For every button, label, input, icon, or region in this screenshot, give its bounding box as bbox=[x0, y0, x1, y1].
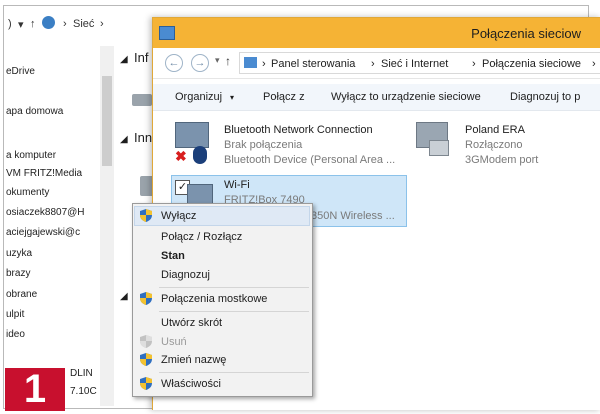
bluetooth-icon bbox=[193, 146, 207, 164]
title-bar[interactable]: Połączenia sieciow bbox=[153, 18, 600, 48]
disable-device-button[interactable]: Wyłącz to urządzenie sieciowe bbox=[331, 91, 481, 103]
address-dropdown-icon[interactable]: ▾ bbox=[18, 18, 24, 31]
disconnected-x-icon: ✖ bbox=[175, 148, 187, 164]
up-arrow-icon[interactable]: ↑ bbox=[225, 54, 231, 68]
connection-name: Wi-Fi bbox=[224, 179, 250, 191]
address-separator: › bbox=[472, 58, 476, 70]
nav-item[interactable]: DLIN bbox=[70, 368, 93, 379]
uac-shield-icon bbox=[140, 377, 152, 390]
diagnose-button[interactable]: Diagnozuj to p bbox=[510, 91, 580, 103]
nav-item[interactable]: 7.10C bbox=[70, 386, 97, 397]
menu-item-create-shortcut[interactable]: Utwórz skrót bbox=[161, 317, 222, 329]
nav-item[interactable]: okumenty bbox=[6, 187, 49, 198]
nav-item[interactable]: ulpit bbox=[6, 309, 24, 320]
menu-item-status[interactable]: Stan bbox=[161, 250, 185, 262]
connect-to-button[interactable]: Połącz z bbox=[263, 91, 305, 103]
nav-item[interactable]: aciejgajewski@c bbox=[6, 227, 80, 238]
network-globe-icon bbox=[42, 16, 55, 29]
menu-separator bbox=[159, 287, 309, 288]
menu-item-delete: Usuń bbox=[161, 336, 187, 348]
control-panel-icon bbox=[159, 26, 175, 40]
phone-icon bbox=[429, 140, 449, 156]
nav-item[interactable]: eDrive bbox=[6, 66, 35, 77]
connection-device: Bluetooth Device (Personal Area ... bbox=[224, 154, 396, 166]
address-crumb-network[interactable]: Sieć bbox=[73, 18, 94, 30]
expand-icon[interactable]: ◢ bbox=[120, 134, 128, 145]
connection-status: Rozłączono bbox=[465, 139, 523, 151]
address-separator: › bbox=[592, 58, 596, 70]
uac-shield-icon bbox=[140, 335, 152, 348]
nav-item[interactable]: VM FRITZ!Media bbox=[6, 168, 82, 179]
nav-item[interactable]: obrane bbox=[6, 289, 37, 300]
back-button[interactable]: ← bbox=[165, 54, 183, 72]
nav-item[interactable]: a komputer bbox=[6, 150, 56, 161]
uac-shield-icon bbox=[140, 292, 152, 305]
window-title: Połączenia sieciow bbox=[471, 26, 581, 41]
address-bar[interactable]: › Panel sterowania › Sieć i Internet › P… bbox=[239, 52, 600, 74]
command-bar: Organizuj ▾ Połącz z Wyłącz to urządzeni… bbox=[153, 84, 600, 111]
uac-shield-icon bbox=[140, 209, 152, 222]
menu-item-connect-disconnect[interactable]: Połącz / Rozłącz bbox=[161, 231, 242, 243]
step-number-badge: 1 bbox=[5, 368, 65, 411]
address-row: ← → ▾ ↑ › Panel sterowania › Sieć i Inte… bbox=[153, 48, 600, 79]
computer-icon bbox=[132, 94, 152, 106]
control-panel-icon bbox=[244, 57, 257, 68]
menu-item-properties[interactable]: Właściwości bbox=[161, 378, 221, 390]
nav-item[interactable]: uzyka bbox=[6, 248, 32, 259]
nav-item[interactable]: brazy bbox=[6, 268, 30, 279]
menu-separator bbox=[159, 372, 309, 373]
menu-item-rename[interactable]: Zmień nazwę bbox=[161, 354, 226, 366]
forward-button[interactable]: → bbox=[191, 54, 209, 72]
expand-icon[interactable]: ◢ bbox=[120, 54, 128, 65]
group-header: Inf bbox=[134, 50, 149, 65]
connection-device: 3GModem port bbox=[465, 154, 539, 166]
address-fragment: ) bbox=[8, 18, 12, 30]
background-address-bar[interactable]: ) ▾ ↑ › Sieć › bbox=[8, 10, 158, 36]
nav-item[interactable]: osiaczek8807@H bbox=[6, 207, 85, 218]
expand-icon[interactable]: ◢ bbox=[120, 291, 128, 302]
recent-pages-dropdown-icon[interactable]: ▾ bbox=[215, 55, 220, 66]
connection-name: Bluetooth Network Connection bbox=[224, 124, 373, 136]
uac-shield-icon bbox=[140, 353, 152, 366]
group-header: Inn bbox=[134, 130, 153, 145]
context-menu: Wyłącz Połącz / Rozłącz Stan Diagnozuj P… bbox=[132, 203, 313, 397]
address-separator: › bbox=[371, 58, 375, 70]
connection-status: Brak połączenia bbox=[224, 139, 303, 151]
address-separator: › bbox=[63, 18, 67, 30]
menu-separator bbox=[159, 311, 309, 312]
up-arrow-icon[interactable]: ↑ bbox=[30, 18, 36, 30]
menu-item-diagnose[interactable]: Diagnozuj bbox=[161, 269, 210, 281]
menu-item-disable[interactable]: Wyłącz bbox=[161, 210, 196, 222]
crumb-control-panel[interactable]: Panel sterowania bbox=[271, 58, 355, 70]
crumb-network-internet[interactable]: Sieć i Internet bbox=[381, 58, 448, 70]
connection-name: Poland ERA bbox=[465, 124, 525, 136]
organize-button[interactable]: Organizuj bbox=[175, 91, 222, 103]
network-adapter-icon bbox=[175, 122, 209, 148]
nav-scrollbar-thumb[interactable] bbox=[102, 76, 112, 166]
nav-item[interactable]: ideo bbox=[6, 329, 25, 340]
address-separator: › bbox=[100, 18, 104, 30]
chevron-down-icon[interactable]: ▾ bbox=[230, 93, 234, 102]
address-separator: › bbox=[262, 58, 266, 70]
navigation-pane: eDrive apa domowa a komputer VM FRITZ!Me… bbox=[4, 46, 100, 406]
menu-item-bridge-connections[interactable]: Połączenia mostkowe bbox=[161, 293, 267, 305]
nav-item[interactable]: apa domowa bbox=[6, 106, 63, 117]
connection-device: 350N Wireless ... bbox=[311, 210, 395, 222]
crumb-network-connections[interactable]: Połączenia sieciowe bbox=[482, 58, 581, 70]
